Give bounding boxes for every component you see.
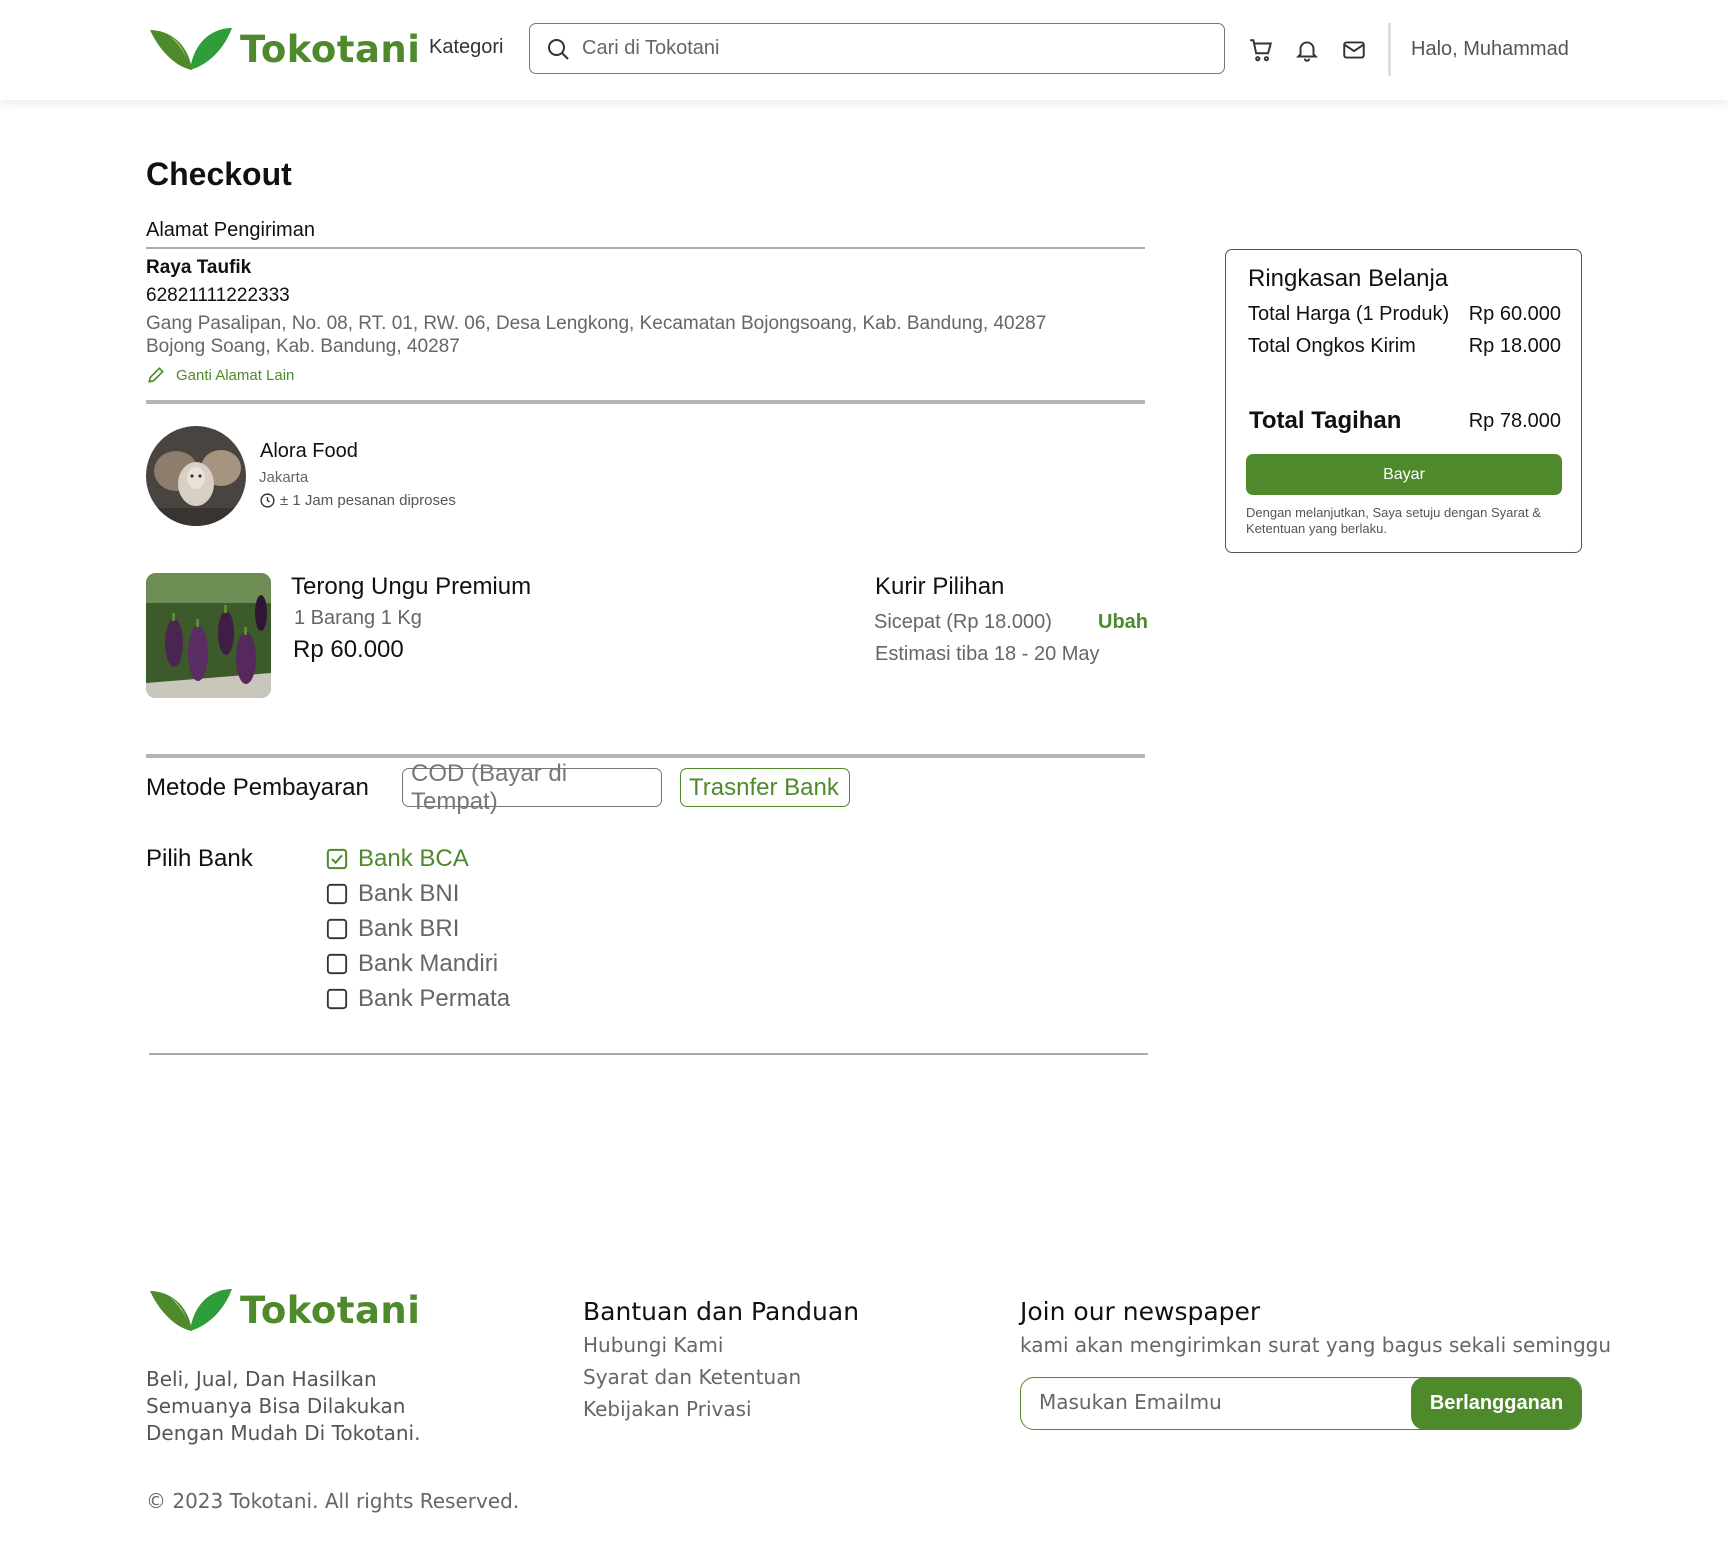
newsletter-email-input[interactable] — [1039, 1390, 1399, 1414]
bank-option-bri[interactable]: Bank BRI — [326, 911, 510, 946]
footer-link-terms[interactable]: Syarat dan Ketentuan — [583, 1365, 801, 1389]
store-name[interactable]: Alora Food — [260, 440, 358, 463]
address-section-label: Alamat Pengiriman — [146, 219, 315, 241]
bank-option-permata[interactable]: Bank Permata — [326, 981, 510, 1016]
checkbox-checked-icon[interactable] — [326, 848, 348, 870]
shipping-label: Total Ongkos Kirim — [1248, 335, 1416, 357]
store-avatar — [146, 426, 246, 526]
courier-title: Kurir Pilihan — [875, 573, 1005, 600]
product-price: Rp 60.000 — [293, 636, 404, 663]
bank-option-label: Bank Mandiri — [358, 949, 499, 977]
summary-row-total-price: Total Harga (1 Produk) Rp 60.000 — [1248, 303, 1561, 326]
search-input[interactable] — [582, 37, 1182, 60]
kategori-menu[interactable]: Kategori — [429, 36, 504, 59]
search-icon — [548, 38, 569, 60]
summary-row-grand-total: Total Tagihan Rp 78.000 — [1249, 407, 1561, 435]
section-divider-3 — [149, 1053, 1148, 1055]
header-divider — [1388, 23, 1391, 76]
bank-option-label: Bank BCA — [358, 844, 469, 872]
total-price-label: Total Harga (1 Produk) — [1248, 303, 1450, 325]
subscribe-button[interactable]: Berlangganan — [1411, 1378, 1581, 1429]
newsletter-form: Berlangganan — [1020, 1377, 1582, 1430]
payment-method-label: Metode Pembayaran — [146, 774, 369, 801]
address-divider — [146, 247, 1145, 249]
grand-total-value: Rp 78.000 — [1468, 409, 1561, 432]
total-price-value: Rp 60.000 — [1468, 303, 1561, 325]
bank-option-label: Bank Permata — [358, 984, 511, 1012]
checkbox-icon[interactable] — [326, 953, 348, 975]
checkbox-icon[interactable] — [326, 918, 348, 940]
footer-brand-logo[interactable]: Tokotani — [148, 1285, 420, 1335]
summary-title: Ringkasan Belanja — [1248, 265, 1449, 292]
section-divider-1 — [146, 400, 1145, 404]
newsletter-title: Join our newspaper — [1020, 1297, 1261, 1326]
footer-brand-name: Tokotani — [240, 1288, 421, 1332]
footer-tagline: Beli, Jual, Dan Hasilkan Semuanya Bisa D… — [146, 1367, 421, 1445]
checkbox-icon[interactable] — [326, 883, 348, 905]
leaf-logo-icon — [150, 1289, 232, 1331]
store-process-time-label: ± 1 Jam pesanan diproses — [280, 492, 456, 509]
change-address-label: Ganti Alamat Lain — [176, 366, 295, 384]
cart-icon[interactable] — [1248, 37, 1274, 63]
pay-button[interactable]: Bayar — [1246, 454, 1562, 495]
grand-total-label: Total Tagihan — [1249, 407, 1402, 434]
recipient-phone: 62821111222333 — [146, 285, 290, 306]
payment-option-cod[interactable]: COD (Bayar di Tempat) — [402, 760, 662, 815]
order-summary-card: Ringkasan Belanja Total Harga (1 Produk)… — [1225, 249, 1582, 553]
bank-option-label: Bank BNI — [358, 879, 460, 907]
bank-option-mandiri[interactable]: Bank Mandiri — [326, 946, 510, 981]
product-qty: 1 Barang 1 Kg — [294, 607, 422, 629]
bank-select-label: Pilih Bank — [146, 845, 253, 872]
brand-name: Tokotani — [240, 27, 421, 71]
change-address-link[interactable]: Ganti Alamat Lain — [146, 365, 294, 385]
courier-eta: Estimasi tiba 18 - 20 May — [875, 643, 1100, 665]
terms-note: Dengan melanjutkan, Saya setuju dengan S… — [1246, 505, 1541, 536]
address-line-1: Gang Pasalipan, No. 08, RT. 01, RW. 06, … — [146, 313, 1047, 334]
help-title: Bantuan dan Panduan — [583, 1297, 860, 1326]
copyright: © 2023 Tokotani. All rights Reserved. — [146, 1489, 520, 1513]
pencil-icon — [148, 367, 164, 383]
brand-logo[interactable]: Tokotani — [148, 24, 420, 74]
summary-row-shipping: Total Ongkos Kirim Rp 18.000 — [1248, 335, 1561, 358]
bank-list: Bank BCA Bank BNI Bank BRI Bank Mandiri … — [326, 841, 510, 1016]
product-name[interactable]: Terong Ungu Premium — [291, 573, 531, 601]
leaf-logo-icon — [150, 28, 232, 70]
store-process-time: ± 1 Jam pesanan diproses — [259, 492, 456, 509]
bank-option-bca[interactable]: Bank BCA — [326, 841, 510, 876]
change-courier-button[interactable]: Ubah — [1098, 611, 1148, 634]
checkbox-icon[interactable] — [326, 988, 348, 1010]
user-greeting[interactable]: Halo, Muhammad — [1411, 38, 1569, 61]
bank-option-bni[interactable]: Bank BNI — [326, 876, 510, 911]
recipient-name: Raya Taufik — [146, 257, 252, 278]
clock-icon — [260, 493, 275, 508]
bell-icon[interactable] — [1294, 37, 1320, 63]
mail-icon[interactable] — [1341, 37, 1367, 63]
payment-option-bank-transfer[interactable]: Trasnfer Bank — [680, 768, 850, 807]
section-divider-2 — [146, 754, 1145, 758]
courier-name: Sicepat (Rp 18.000) — [874, 611, 1052, 633]
address-line-2: Bojong Soang, Kab. Bandung, 40287 — [146, 336, 460, 357]
page-title: Checkout — [146, 156, 292, 192]
search-bar[interactable] — [529, 23, 1225, 74]
footer-link-privacy[interactable]: Kebijakan Privasi — [583, 1397, 752, 1421]
bank-option-label: Bank BRI — [358, 914, 460, 942]
product-image — [146, 573, 271, 698]
top-navbar: Tokotani Kategori Halo, Muhammad — [0, 0, 1728, 100]
store-city: Jakarta — [259, 469, 309, 486]
shipping-value: Rp 18.000 — [1468, 335, 1561, 357]
footer-link-contact[interactable]: Hubungi Kami — [583, 1333, 723, 1357]
newsletter-subtitle: kami akan mengirimkan surat yang bagus s… — [1020, 1333, 1612, 1357]
